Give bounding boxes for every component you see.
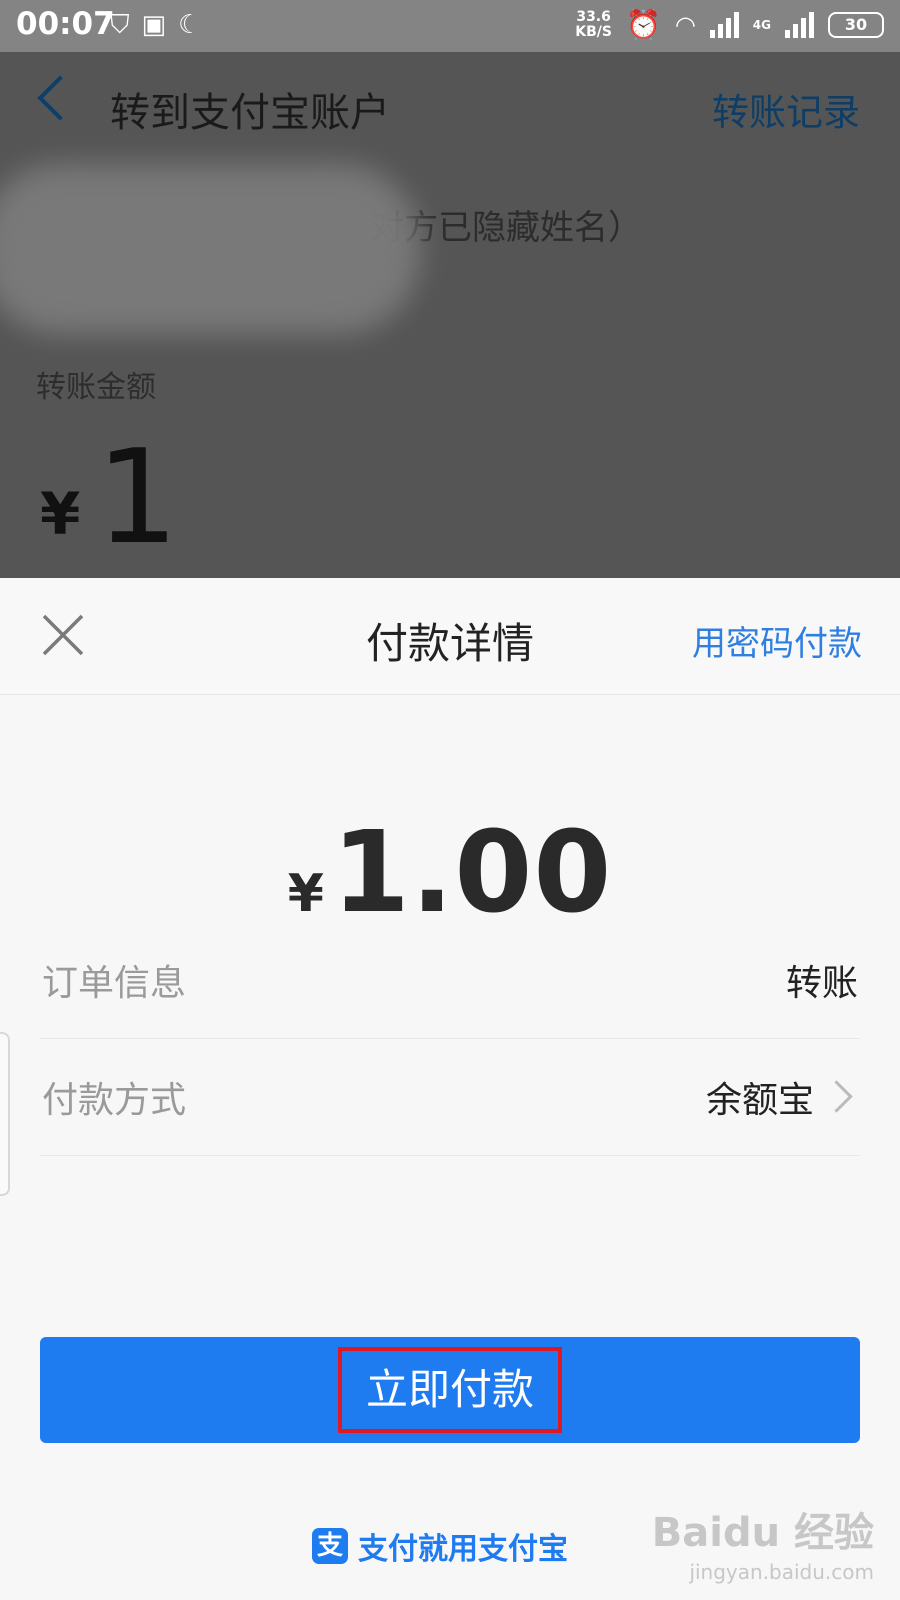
shield-yen-icon: ⛉ <box>110 10 130 40</box>
signal-icon <box>709 11 739 38</box>
redacted-recipient <box>0 164 420 334</box>
payment-details-sheet: 付款详情 用密码付款 ¥1.00 订单信息 转账 付款方式 余额宝 <box>0 578 900 1600</box>
moon-icon: ☾ <box>178 10 202 40</box>
bg-currency-symbol: ¥ <box>40 480 81 548</box>
watermark-main: Baidu 经验 <box>651 1510 874 1556</box>
chevron-right-icon <box>820 1080 853 1113</box>
image-icon: ▣ <box>141 10 167 40</box>
alipay-brand: 支 支付就用支付宝 <box>312 1524 568 1568</box>
transfer-amount-label: 转账金额 <box>36 370 156 405</box>
status-bar: 00:07 ⛉ ▣ ☾ 33.6 KB/S ⏰ ◠ 4G 30 <box>0 0 900 52</box>
wifi-icon: ◠ <box>674 10 696 39</box>
brand-slogan: 支付就用支付宝 <box>358 1532 568 1567</box>
network-type: 4G <box>752 17 771 32</box>
battery-icon: 30 <box>828 11 884 38</box>
background-transfer-page: 转到支付宝账户 转账记录 对方已隐藏姓名） 转账金额 ¥ 1 <box>0 52 900 578</box>
pay-now-label: 立即付款 <box>338 1347 562 1433</box>
watermark-sub: jingyan.baidu.com <box>689 1560 874 1584</box>
back-arrow-icon[interactable] <box>37 75 83 121</box>
status-time: 00:07 <box>16 6 115 42</box>
baidu-watermark: Baidu 经验 jingyan.baidu.com <box>652 1500 874 1584</box>
payment-method-value: 余额宝 <box>705 1080 814 1121</box>
currency-symbol: ¥ <box>287 864 324 924</box>
alarm-icon: ⏰ <box>625 8 661 41</box>
sheet-header: 付款详情 用密码付款 <box>0 578 900 695</box>
pay-now-button[interactable]: 立即付款 <box>40 1337 860 1443</box>
net-speed: 33.6 KB/S <box>575 8 612 40</box>
signal-2-icon <box>785 11 814 38</box>
status-right-icons: 33.6 KB/S ⏰ ◠ 4G 30 <box>575 8 884 41</box>
alipay-logo-icon: 支 <box>312 1528 348 1564</box>
bg-page-title: 转到支付宝账户 <box>110 90 390 136</box>
order-info-value: 转账 <box>785 963 858 1004</box>
side-drag-handle[interactable] <box>0 1032 10 1196</box>
pay-with-password-link[interactable]: 用密码付款 <box>692 616 862 665</box>
amount-value: 1.00 <box>331 808 613 938</box>
payment-method-label: 付款方式 <box>42 1080 187 1121</box>
status-left-icons: ⛉ ▣ ☾ <box>110 10 201 41</box>
payment-method-row[interactable]: 付款方式 余额宝 <box>40 1038 860 1156</box>
order-info-label: 订单信息 <box>42 963 187 1004</box>
order-info-row: 订单信息 转账 <box>40 922 860 1038</box>
transfer-history-link[interactable]: 转账记录 <box>712 82 860 136</box>
bg-header: 转到支付宝账户 转账记录 <box>0 52 900 162</box>
bg-amount: 1 <box>96 421 179 573</box>
payment-amount: ¥1.00 <box>0 808 900 938</box>
